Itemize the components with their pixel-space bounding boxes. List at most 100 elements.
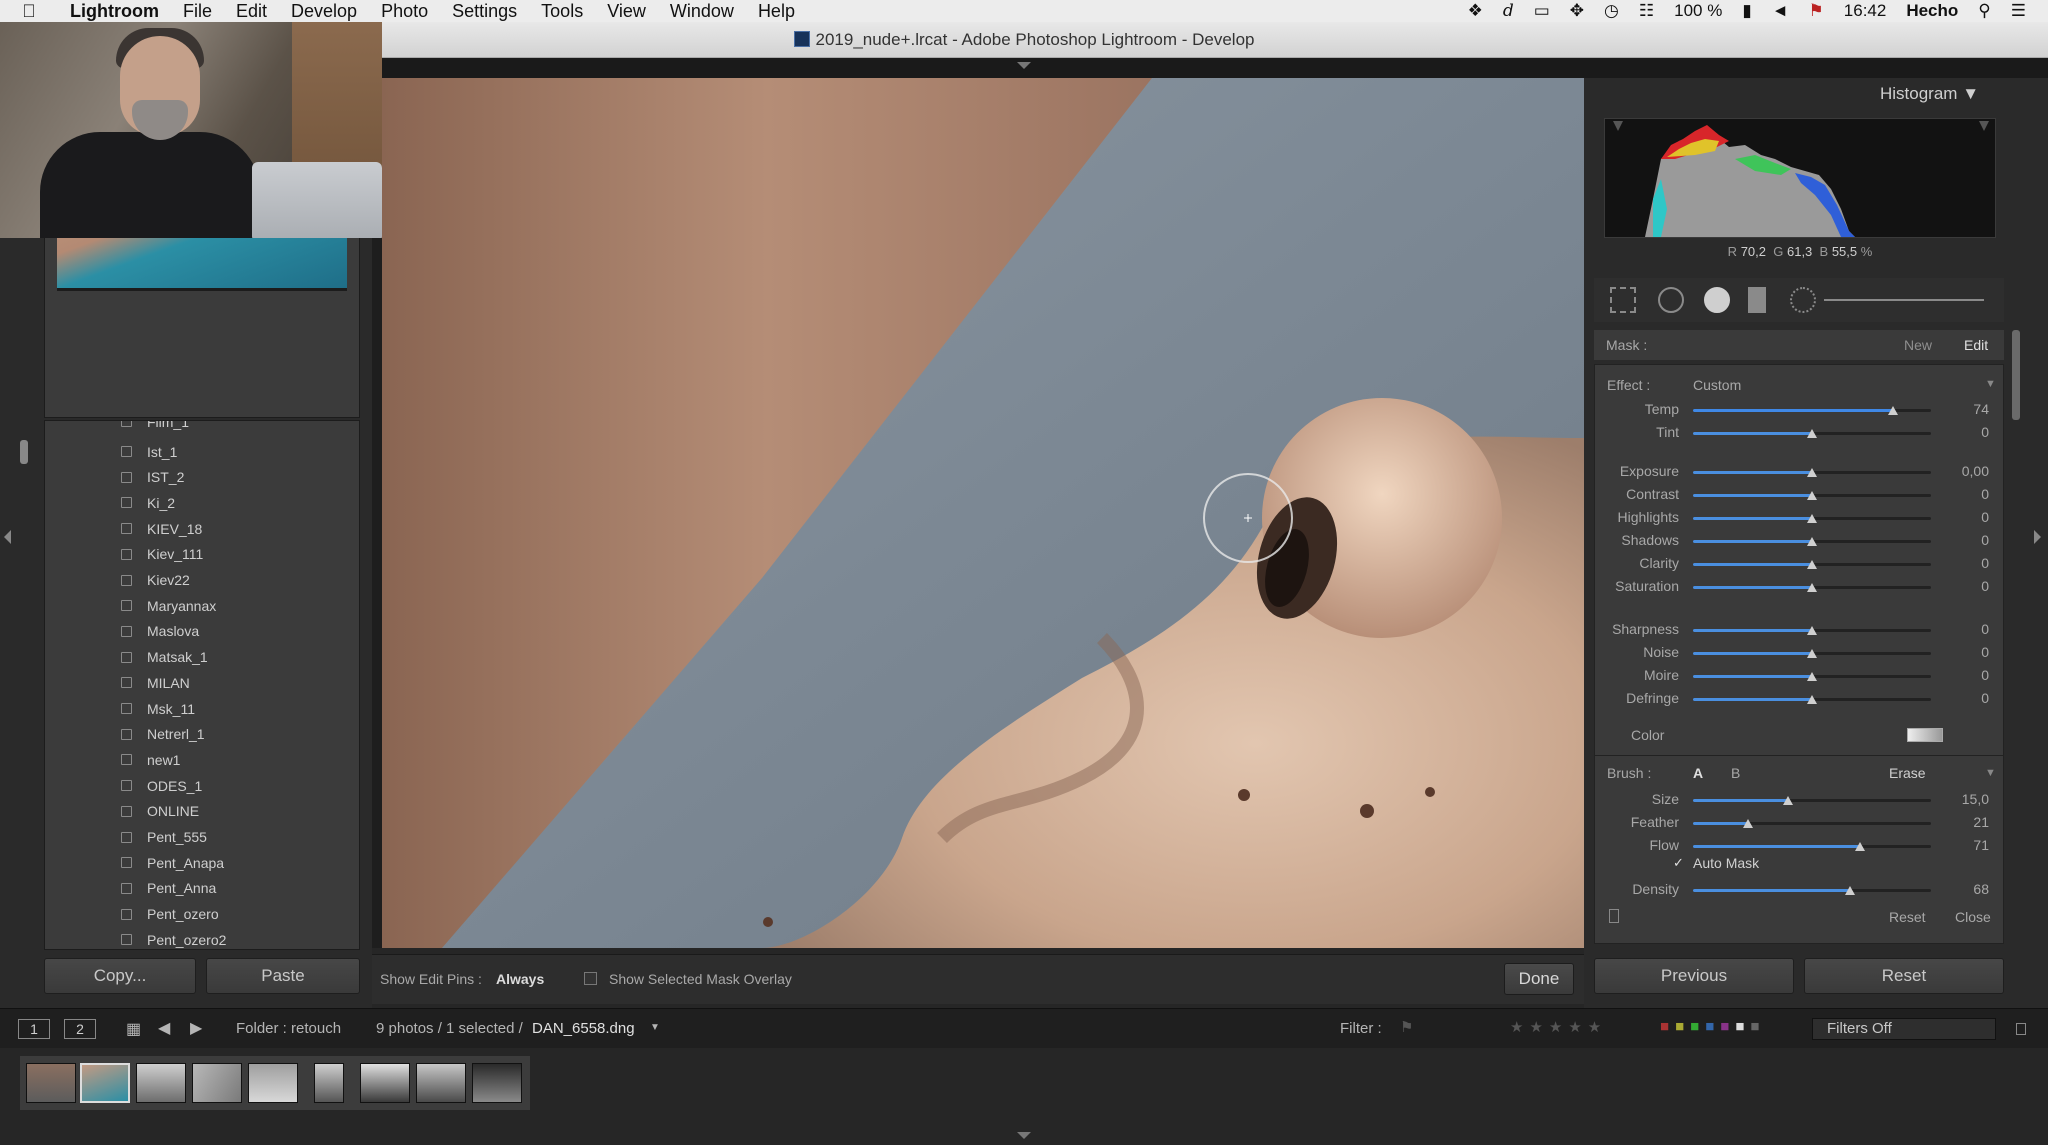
- menu-help[interactable]: Help: [746, 0, 807, 22]
- filename-dropdown-icon[interactable]: ▼: [650, 1022, 660, 1033]
- top-panel-toggle-icon[interactable]: [1017, 62, 1031, 69]
- moire-slider-handle[interactable]: [1807, 672, 1817, 681]
- moire-value[interactable]: 0: [1945, 667, 1989, 683]
- previous-button[interactable]: Previous: [1594, 958, 1794, 994]
- collection-item[interactable]: Ist_1: [45, 439, 359, 464]
- noise-value[interactable]: 0: [1945, 644, 1989, 660]
- brush-feather-slider-handle[interactable]: [1742, 819, 1753, 828]
- thumbnail[interactable]: [472, 1063, 522, 1103]
- adjustment-brush-track[interactable]: [1824, 299, 1984, 301]
- collection-item[interactable]: Kiev22: [45, 568, 359, 593]
- crop-tool-icon[interactable]: [1610, 287, 1636, 313]
- shadows-value[interactable]: 0: [1945, 532, 1989, 548]
- airplay-icon[interactable]: ▭: [1534, 1, 1550, 21]
- mask-overlay-checkbox[interactable]: [584, 972, 597, 985]
- highlights-slider-handle[interactable]: [1807, 514, 1817, 523]
- menu-settings[interactable]: Settings: [440, 0, 529, 22]
- filmstrip-toggle-icon[interactable]: [1017, 1132, 1031, 1139]
- panel-reset-button[interactable]: Reset: [1889, 909, 1926, 925]
- photo-canvas[interactable]: [382, 78, 1584, 948]
- collection-item[interactable]: MILAN: [45, 670, 359, 695]
- thumbnail[interactable]: [314, 1063, 344, 1103]
- menu-tools[interactable]: Tools: [529, 0, 595, 22]
- effect-preset-select[interactable]: Custom: [1693, 377, 1741, 393]
- effect-collapse-icon[interactable]: ▼: [1985, 378, 1996, 390]
- flag-icon[interactable]: ⚑: [1809, 1, 1824, 21]
- collection-item[interactable]: Netrerl_1: [45, 722, 359, 747]
- sharpness-slider-handle[interactable]: [1807, 626, 1817, 635]
- spotlight-icon[interactable]: ⚲: [1978, 1, 1990, 21]
- collection-item[interactable]: Ki_2: [45, 490, 359, 515]
- noise-slider-handle[interactable]: [1807, 649, 1817, 658]
- exposure-slider-handle[interactable]: [1807, 468, 1817, 477]
- brush-size-slider-handle[interactable]: [1783, 796, 1794, 805]
- secondary-window-1-button[interactable]: 1: [18, 1019, 50, 1039]
- brush-flow-value[interactable]: 71: [1945, 837, 1989, 853]
- reset-button[interactable]: Reset: [1804, 958, 2004, 994]
- apple-menu-icon[interactable]: : [0, 1, 58, 22]
- grid-view-icon[interactable]: ▦: [126, 1019, 141, 1039]
- collection-item[interactable]: Pent_555: [45, 825, 359, 850]
- thumbnail[interactable]: [248, 1063, 298, 1103]
- secondary-window-2-button[interactable]: 2: [64, 1019, 96, 1039]
- collection-item[interactable]: Pent_Anna: [45, 876, 359, 901]
- contrast-slider-handle[interactable]: [1807, 491, 1817, 500]
- auto-mask-checkbox[interactable]: ✓: [1673, 855, 1684, 871]
- density-slider-handle[interactable]: [1845, 886, 1856, 895]
- brush-collapse-icon[interactable]: ▼: [1985, 767, 1996, 779]
- collection-item[interactable]: new1: [45, 747, 359, 772]
- right-panel-collapse-icon[interactable]: [2034, 530, 2041, 544]
- collection-item[interactable]: Pent_Anapa: [45, 850, 359, 875]
- saturation-slider-handle[interactable]: [1807, 583, 1817, 592]
- collection-item-partial[interactable]: Film_1: [45, 421, 359, 434]
- auto-mask-label[interactable]: Auto Mask: [1693, 855, 1759, 871]
- notification-icon[interactable]: ☰: [2011, 1, 2026, 21]
- histogram-header[interactable]: Histogram ▼: [1880, 84, 1979, 104]
- volume-icon[interactable]: ◄: [1772, 1, 1789, 21]
- clock[interactable]: 16:42: [1844, 1, 1887, 21]
- radial-filter-icon[interactable]: [1790, 287, 1816, 313]
- menu-file[interactable]: File: [171, 0, 224, 22]
- collection-item[interactable]: ODES_1: [45, 773, 359, 798]
- thumbnail[interactable]: [26, 1063, 76, 1103]
- dictionary-icon[interactable]: d: [1503, 1, 1514, 21]
- exposure-value[interactable]: 0,00: [1945, 463, 1989, 479]
- graduated-filter-icon[interactable]: [1748, 287, 1766, 313]
- filter-lock-icon[interactable]: [2016, 1023, 2026, 1035]
- histogram-graph[interactable]: [1604, 118, 1996, 238]
- thumbnail[interactable]: [136, 1063, 186, 1103]
- histogram-collapse-icon[interactable]: ▼: [1962, 84, 1979, 103]
- folder-source[interactable]: Folder : retouch: [236, 1020, 341, 1037]
- current-filename[interactable]: DAN_6558.dng: [532, 1020, 635, 1037]
- paste-button[interactable]: Paste: [206, 958, 360, 994]
- forward-arrow-icon[interactable]: ▶: [190, 1018, 202, 1038]
- color-label-filter-icons[interactable]: ■■■■■■■: [1660, 1018, 1765, 1035]
- color-swatch[interactable]: [1907, 728, 1943, 742]
- battery-percent[interactable]: 100 %: [1674, 1, 1722, 21]
- menu-photo[interactable]: Photo: [369, 0, 440, 22]
- saturation-value[interactable]: 0: [1945, 578, 1989, 594]
- collection-item[interactable]: Maslova: [45, 619, 359, 644]
- brush-flow-slider-handle[interactable]: [1854, 842, 1865, 851]
- collection-item[interactable]: KIEV_18: [45, 516, 359, 541]
- thumbnail[interactable]: [192, 1063, 242, 1103]
- collection-item[interactable]: Maryannax: [45, 593, 359, 618]
- defringe-slider-handle[interactable]: [1807, 695, 1817, 704]
- shadows-slider-handle[interactable]: [1807, 537, 1817, 546]
- move-icon[interactable]: ✥: [1570, 1, 1584, 21]
- defringe-value[interactable]: 0: [1945, 690, 1989, 706]
- done-button[interactable]: Done: [1504, 963, 1574, 995]
- menu-window[interactable]: Window: [658, 0, 746, 22]
- copy-button[interactable]: Copy...: [44, 958, 196, 994]
- brush-a-tab[interactable]: A: [1693, 765, 1703, 781]
- temp-slider-handle[interactable]: [1887, 406, 1898, 415]
- spot-removal-icon[interactable]: [1658, 287, 1684, 313]
- brush-b-tab[interactable]: B: [1731, 765, 1740, 781]
- dropbox-icon[interactable]: ❖: [1468, 1, 1483, 21]
- user-name[interactable]: Hecho: [1906, 1, 1958, 21]
- battery-icon[interactable]: ▮: [1742, 1, 1751, 21]
- collection-item[interactable]: IST_2: [45, 465, 359, 490]
- thumbnail[interactable]: [416, 1063, 466, 1103]
- menu-lightroom[interactable]: Lightroom: [58, 0, 171, 22]
- clarity-value[interactable]: 0: [1945, 555, 1989, 571]
